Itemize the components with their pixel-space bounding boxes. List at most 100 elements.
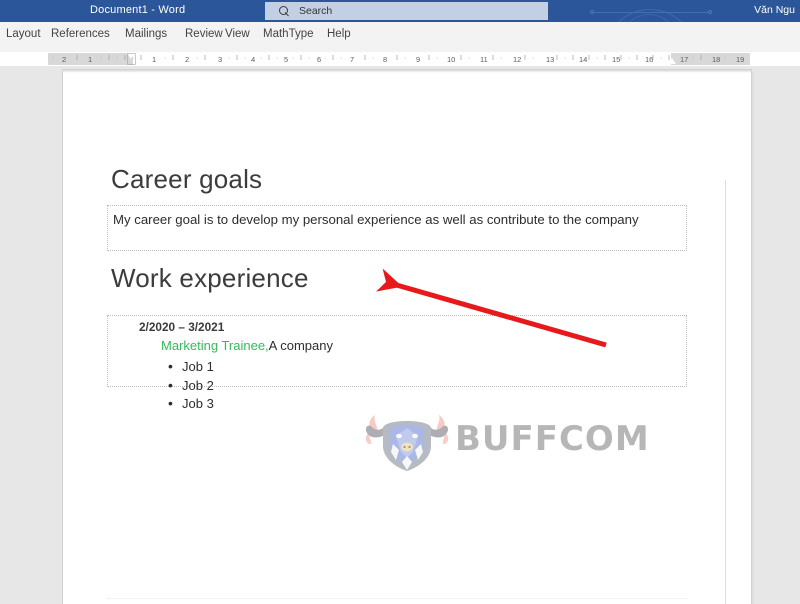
ruler-mark: 12 (513, 55, 522, 64)
ruler-tick: · (228, 55, 231, 62)
job-duty-item[interactable]: Job 3 (168, 394, 214, 414)
ruler-tick: · (292, 55, 295, 62)
ruler-tick: · (324, 55, 327, 62)
page-top-edge (63, 70, 751, 73)
ruler-mark: 17 (680, 55, 689, 64)
ruler-tick: I (460, 55, 462, 62)
ruler-tick: · (628, 55, 631, 62)
ruler-mark: 19 (736, 55, 745, 64)
ruler-mark: 6 (317, 55, 322, 64)
ruler-tick: I (124, 55, 126, 62)
ruler-tick: I (524, 55, 526, 62)
ruler-tick: · (468, 55, 471, 62)
ruler-mark: 1 (88, 55, 93, 64)
ruler-tick: · (660, 55, 663, 62)
user-account-name[interactable]: Văn Ngu (754, 4, 795, 16)
text-boundary-marker (725, 180, 726, 604)
ruler-mark: 4 (251, 55, 256, 64)
ruler-tick: I (76, 55, 78, 62)
ruler-mark: 2 (185, 55, 190, 64)
ruler-tick: · (260, 55, 263, 62)
ruler-right-indent-marker[interactable] (668, 57, 677, 64)
ruler-mark: 13 (546, 55, 555, 64)
ribbon-tab-mathtype[interactable]: MathType (261, 28, 316, 40)
ruler-tick: I (572, 55, 574, 62)
ruler-tick: · (372, 55, 375, 62)
job-title-line[interactable]: Marketing Trainee,A company (161, 338, 333, 353)
ruler-tick: · (500, 55, 503, 62)
titlebar-decoration-dot-left (590, 10, 594, 14)
ruler-mark: 10 (447, 55, 456, 64)
heading-work-experience[interactable]: Work experience (111, 263, 309, 294)
career-goal-paragraph-text[interactable]: My career goal is to develop my personal… (113, 209, 668, 230)
ruler-tick: I (140, 55, 142, 62)
ruler-tick: · (404, 55, 407, 62)
job-duty-item[interactable]: Job 2 (168, 376, 214, 396)
ruler-tick-labels: 2 1 1 2 3 4 5 6 7 8 9 10 11 12 13 14 15 16 17 18 19 · I · I · I · I ·… (0, 52, 800, 66)
ribbon-tab-view[interactable]: View (223, 28, 252, 40)
ruler-tick: · (244, 55, 247, 62)
ruler-tick: · (52, 55, 55, 62)
ruler-tick: I (172, 55, 174, 62)
footer-boundary-line (107, 598, 687, 599)
ruler-tick: · (564, 55, 567, 62)
ribbon-tab-help[interactable]: Help (325, 28, 353, 40)
ruler-tick: I (108, 55, 110, 62)
ruler-mark: 11 (480, 55, 488, 64)
job-role-text[interactable]: Marketing Trainee, (161, 338, 269, 353)
search-box[interactable]: Search (265, 2, 548, 20)
ruler-tick: I (620, 55, 622, 62)
ruler-mark: 9 (416, 55, 421, 64)
job-duties-list: Job 1Job 2Job 3 (168, 357, 214, 414)
job-date-range[interactable]: 2/2020 – 3/2021 (139, 320, 224, 334)
ruler-tick: · (196, 55, 199, 62)
titlebar-decoration-line (592, 12, 712, 13)
ruler-tick: · (100, 55, 103, 62)
ruler-tick: I (204, 55, 206, 62)
horizontal-ruler[interactable]: 2 1 1 2 3 4 5 6 7 8 9 10 11 12 13 14 15 16 17 18 19 · I · I · I · I ·… (0, 52, 800, 66)
job-duty-item[interactable]: Job 1 (168, 357, 214, 377)
job-company-text[interactable]: A company (269, 338, 333, 353)
watermark-text: BUFFCOM (455, 419, 650, 459)
ruler-indent-marker-outline (127, 53, 136, 65)
ruler-tick: · (116, 55, 119, 62)
document-page[interactable]: Career goals My career goal is to develo… (63, 70, 751, 604)
ruler-tick: I (364, 55, 366, 62)
ribbon-tab-references[interactable]: References (49, 28, 112, 40)
ruler-mark: 8 (383, 55, 388, 64)
ruler-tick: I (300, 55, 302, 62)
ruler-mark: 14 (579, 55, 588, 64)
ruler-tick: I (492, 55, 494, 62)
document-title: Document1 - Word (90, 4, 186, 16)
ruler-tick: I (636, 55, 638, 62)
buffalo-head-logo (365, 415, 449, 471)
ruler-tick: I (652, 55, 654, 62)
title-bar: Document1 - Word Search Văn Ngu (0, 0, 800, 22)
search-input-placeholder[interactable]: Search (299, 5, 332, 17)
ruler-tick: I (396, 55, 398, 62)
ruler-tick: I (332, 55, 334, 62)
ruler-tick: I (428, 55, 430, 62)
ruler-mark: 3 (218, 55, 223, 64)
ruler-tick: · (340, 55, 343, 62)
ribbon-tab-review[interactable]: Review (183, 28, 225, 40)
ruler-tick: · (724, 55, 727, 62)
ruler-tick: I (268, 55, 270, 62)
ruler-tick: · (276, 55, 279, 62)
ruler-tick: I (236, 55, 238, 62)
ruler-tick: · (164, 55, 167, 62)
document-canvas: Career goals My career goal is to develo… (0, 66, 800, 604)
ruler-tick: · (532, 55, 535, 62)
heading-career-goals[interactable]: Career goals (111, 164, 262, 195)
search-icon (279, 5, 290, 17)
ruler-tick: I (604, 55, 606, 62)
ruler-mark: 18 (712, 55, 721, 64)
ruler-tick: · (596, 55, 599, 62)
ribbon-tab-layout[interactable]: Layout (4, 28, 43, 40)
ruler-tick: I (700, 55, 702, 62)
ruler-mark: 1 (152, 55, 157, 64)
titlebar-decoration-dot-right (708, 10, 712, 14)
ruler-mark: 5 (284, 55, 289, 64)
ruler-tick: · (692, 55, 695, 62)
ribbon-tab-mailings[interactable]: Mailings (123, 28, 169, 40)
